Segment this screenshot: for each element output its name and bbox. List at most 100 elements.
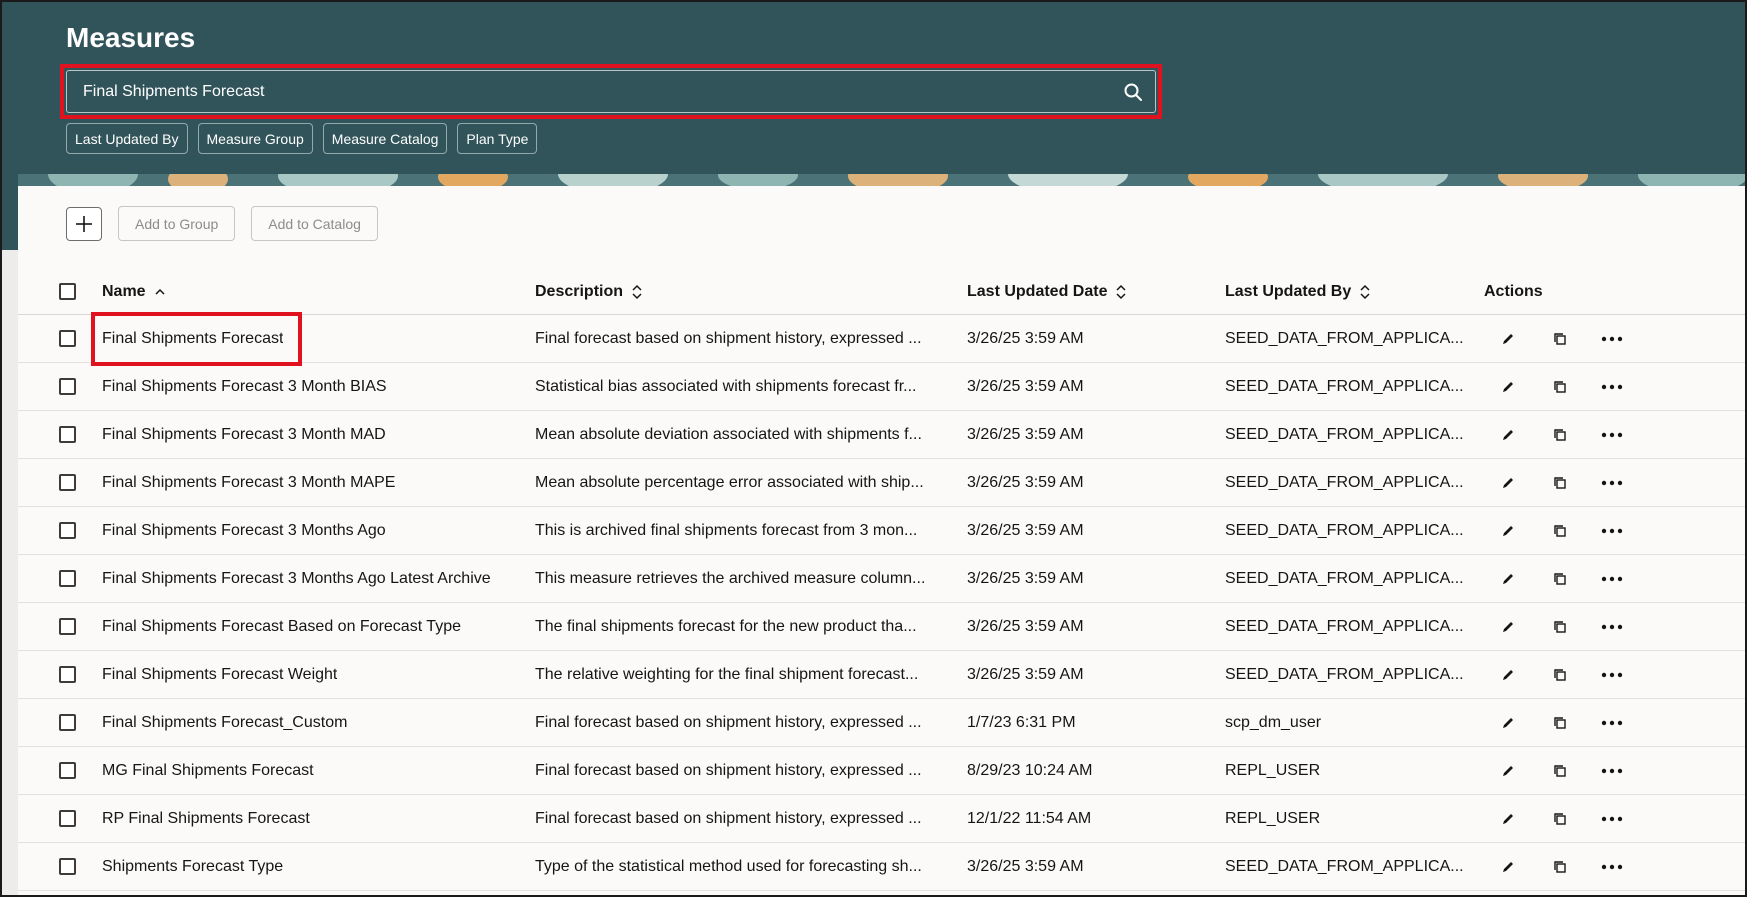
measure-name-link[interactable]: Final Shipments Forecast 3 Month MAD [102,426,386,444]
more-actions-button[interactable] [1598,757,1626,785]
table-row[interactable]: Final Shipments Forecast 3 Month MAD Mea… [18,411,1747,459]
more-actions-button[interactable] [1598,421,1626,449]
measure-name-link[interactable]: Final Shipments Forecast 3 Months Ago [102,522,386,540]
table-row[interactable]: Shipments Forecast Type Type of the stat… [18,843,1747,891]
last-updated-date: 3/26/25 3:59 AM [967,473,1084,491]
measure-name-link[interactable]: Final Shipments Forecast_Custom [102,714,347,732]
row-checkbox[interactable] [59,377,76,395]
duplicate-button[interactable] [1546,373,1574,401]
table-row[interactable]: RP Final Shipments Forecast Final foreca… [18,795,1747,843]
edit-button[interactable] [1494,805,1522,833]
more-actions-button[interactable] [1598,565,1626,593]
edit-button[interactable] [1494,709,1522,737]
column-header-description[interactable]: Description [535,270,955,314]
row-checkbox[interactable] [59,665,76,683]
measure-name-link[interactable]: Final Shipments Forecast 3 Month MAPE [102,474,395,492]
more-actions-button[interactable] [1598,805,1626,833]
edit-button[interactable] [1494,853,1522,881]
edit-button[interactable] [1494,373,1522,401]
table-row[interactable]: Final Shipments Forecast 3 Months Ago Th… [18,507,1747,555]
filter-chip-plan-type[interactable]: Plan Type [457,123,538,154]
more-actions-button[interactable] [1598,325,1626,353]
table-row[interactable]: MG Final Shipments Forecast Final foreca… [18,747,1747,795]
row-checkbox[interactable] [59,713,76,731]
filter-chip-measure-group[interactable]: Measure Group [197,123,313,154]
measure-name-link[interactable]: Final Shipments Forecast 3 Month BIAS [102,378,387,396]
column-header-name[interactable]: Name [102,270,522,314]
copy-icon [1554,668,1566,681]
row-checkbox[interactable] [59,809,76,827]
edit-button[interactable] [1494,565,1522,593]
measure-name-link[interactable]: Final Shipments Forecast [102,330,283,348]
duplicate-button[interactable] [1546,661,1574,689]
add-to-catalog-button[interactable]: Add to Catalog [251,206,378,241]
edit-button[interactable] [1494,421,1522,449]
edit-button[interactable] [1494,613,1522,641]
add-to-group-button[interactable]: Add to Group [118,206,236,241]
row-checkbox[interactable] [59,617,76,635]
sort-toggle-icon[interactable] [631,284,643,300]
duplicate-button[interactable] [1546,469,1574,497]
more-actions-button[interactable] [1598,853,1626,881]
measure-name-link[interactable]: MG Final Shipments Forecast [102,762,314,780]
column-header-last-updated-date[interactable]: Last Updated Date [967,270,1207,314]
sort-toggle-icon[interactable] [1359,284,1371,300]
table-row[interactable]: Final Shipments Forecast 3 Month MAPE Me… [18,459,1747,507]
row-checkbox[interactable] [59,473,76,491]
pencil-icon [1503,765,1513,776]
duplicate-button[interactable] [1546,757,1574,785]
more-actions-button[interactable] [1598,469,1626,497]
row-checkbox[interactable] [59,857,76,875]
more-actions-button[interactable] [1598,613,1626,641]
duplicate-button[interactable] [1546,565,1574,593]
filter-chip-measure-catalog[interactable]: Measure Catalog [322,123,448,154]
measure-description: This is archived final shipments forecas… [535,521,918,539]
edit-button[interactable] [1494,469,1522,497]
row-checkbox[interactable] [59,425,76,443]
duplicate-button[interactable] [1546,853,1574,881]
measure-name-link[interactable]: Final Shipments Forecast 3 Months Ago La… [102,570,491,588]
row-checkbox[interactable] [59,761,76,779]
duplicate-button[interactable] [1546,517,1574,545]
more-actions-button[interactable] [1598,661,1626,689]
last-updated-by: REPL_USER [1225,761,1321,779]
measure-name-link[interactable]: RP Final Shipments Forecast [102,810,310,828]
copy-icon [1554,812,1566,825]
edit-button[interactable] [1494,325,1522,353]
measure-description: Type of the statistical method used for … [535,857,922,875]
sort-toggle-icon[interactable] [1115,284,1127,300]
table-row[interactable]: Final Shipments Forecast Based on Foreca… [18,603,1747,651]
table-row[interactable]: Final Shipments Forecast 3 Months Ago La… [18,555,1747,603]
last-updated-date: 8/29/23 10:24 AM [967,761,1093,779]
row-checkbox[interactable] [59,521,76,539]
measure-name-link[interactable]: Final Shipments Forecast Weight [102,666,337,684]
more-actions-button[interactable] [1598,709,1626,737]
column-header-last-updated-by[interactable]: Last Updated By [1225,270,1473,314]
duplicate-button[interactable] [1546,709,1574,737]
add-measure-button[interactable] [66,206,102,241]
duplicate-button[interactable] [1546,421,1574,449]
ellipsis-icon [1601,336,1623,341]
table-row[interactable]: Final Shipments Forecast Final forecast … [18,315,1747,363]
sort-ascending-icon[interactable] [154,286,166,298]
edit-button[interactable] [1494,661,1522,689]
select-all-checkbox[interactable] [59,283,76,300]
last-updated-by: SEED_DATA_FROM_APPLICA... [1225,329,1464,347]
row-checkbox[interactable] [59,569,76,587]
more-actions-button[interactable] [1598,517,1626,545]
pencil-icon [1503,861,1513,872]
table-row[interactable]: Final Shipments Forecast 3 Month BIAS St… [18,363,1747,411]
table-row[interactable]: Final Shipments Forecast Weight The rela… [18,651,1747,699]
more-actions-button[interactable] [1598,373,1626,401]
duplicate-button[interactable] [1546,325,1574,353]
table-row[interactable]: Final Shipments Forecast_Custom Final fo… [18,699,1747,747]
duplicate-button[interactable] [1546,805,1574,833]
duplicate-button[interactable] [1546,613,1574,641]
edit-button[interactable] [1494,517,1522,545]
measure-name-link[interactable]: Final Shipments Forecast Based on Foreca… [102,618,461,636]
row-checkbox[interactable] [59,329,76,347]
edit-button[interactable] [1494,757,1522,785]
last-updated-date: 3/26/25 3:59 AM [967,329,1084,347]
filter-chip-last-updated-by[interactable]: Last Updated By [66,123,188,154]
measure-name-link[interactable]: Shipments Forecast Type [102,858,283,876]
